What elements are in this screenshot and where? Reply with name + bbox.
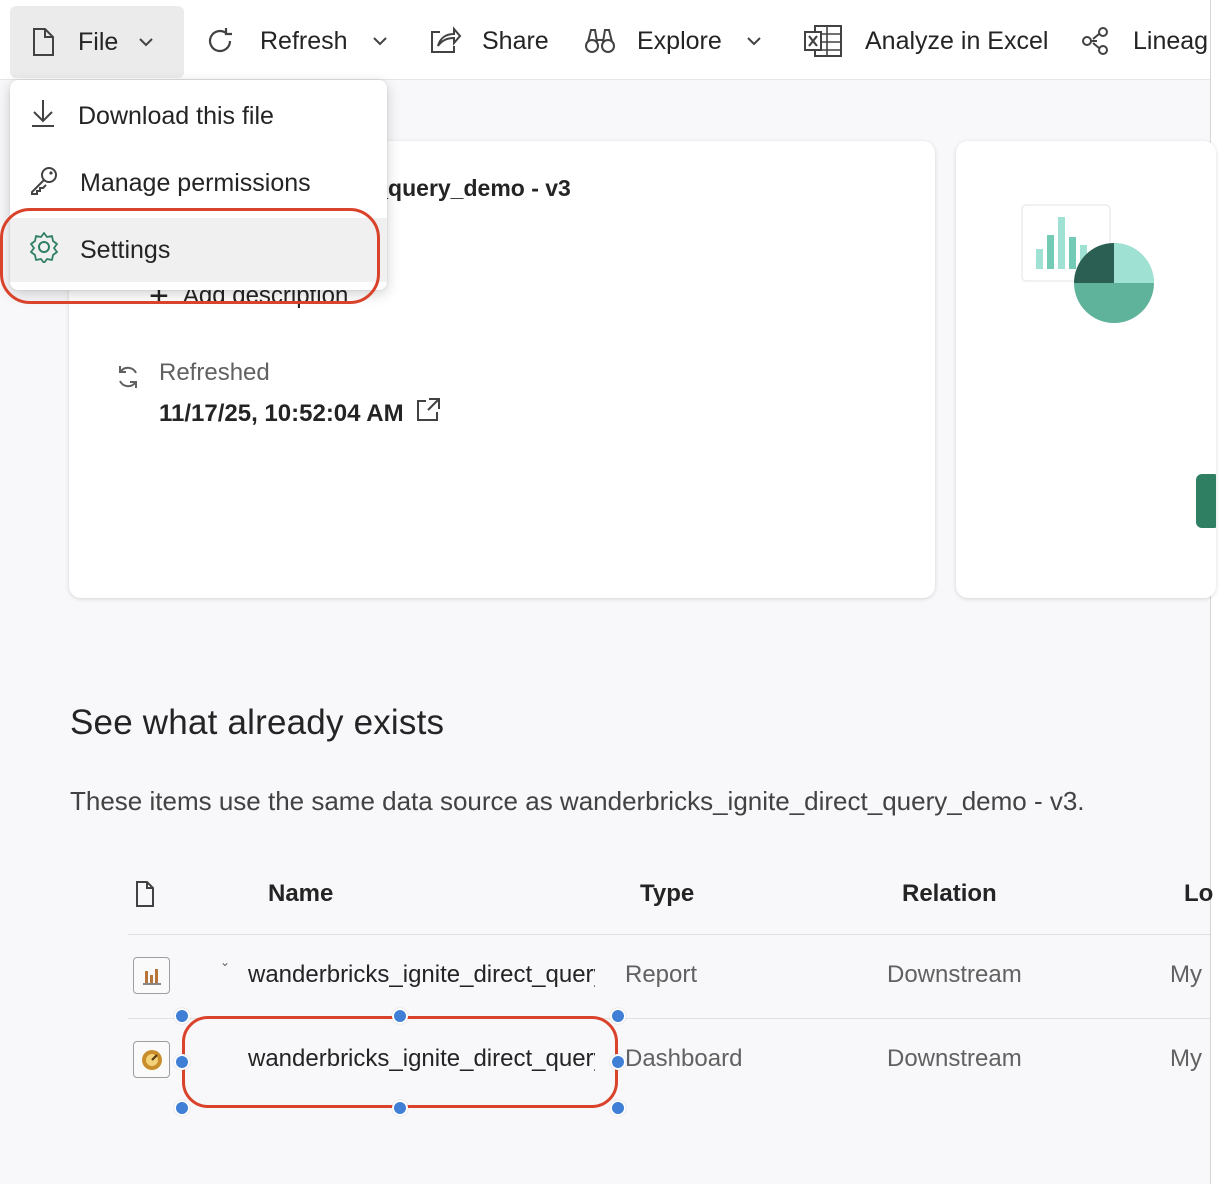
item-name[interactable]: wanderbricks_ignite_direct_query_demo - … xyxy=(248,961,595,989)
menu-item-settings[interactable]: Settings xyxy=(10,218,387,282)
column-header-name[interactable]: Name xyxy=(268,880,333,908)
open-external-icon[interactable] xyxy=(404,396,442,431)
refresh-icon xyxy=(204,25,236,57)
section-description: These items use the same data source as … xyxy=(70,786,1085,816)
resize-handle[interactable] xyxy=(392,1008,408,1024)
item-type: Report xyxy=(625,961,698,988)
refresh-status-icon xyxy=(115,363,141,396)
resize-handle[interactable] xyxy=(610,1100,626,1116)
explore-label: Explore xyxy=(637,26,722,55)
menu-item-label: Settings xyxy=(80,235,171,264)
item-type: Dashboard xyxy=(625,1045,743,1072)
key-icon xyxy=(28,164,60,203)
binoculars-icon xyxy=(583,26,617,56)
column-header-type[interactable]: Type xyxy=(640,880,694,908)
item-relation: Downstream xyxy=(887,1045,1022,1072)
menu-item-manage-permissions[interactable]: Manage permissions xyxy=(10,151,387,215)
resize-handle[interactable] xyxy=(610,1054,626,1070)
resize-handle[interactable] xyxy=(174,1100,190,1116)
side-action-button[interactable] xyxy=(1196,474,1216,528)
section-title: See what already exists xyxy=(70,703,445,742)
refreshed-label: Refreshed xyxy=(159,359,270,386)
refresh-button[interactable]: Refresh xyxy=(204,8,388,74)
lineage-button[interactable]: Lineag xyxy=(1081,8,1208,74)
dashboard-icon xyxy=(133,1041,170,1078)
chevron-down-icon xyxy=(138,37,154,47)
file-menu-button[interactable]: File xyxy=(10,6,184,78)
toolbar: File Refresh Share Explore Analyze in Ex… xyxy=(0,0,1210,80)
explore-button[interactable]: Explore xyxy=(583,8,762,74)
download-icon xyxy=(28,97,58,136)
column-header-location[interactable]: Lo xyxy=(1184,880,1213,908)
refreshed-time-value: 11/17/25, 10:52:04 AM xyxy=(159,399,404,427)
link-marker-icon: ⌄ xyxy=(220,955,231,969)
column-header-relation[interactable]: Relation xyxy=(902,880,997,908)
chevron-down-icon[interactable] xyxy=(746,36,762,46)
resize-handle[interactable] xyxy=(610,1008,626,1024)
refreshed-time: 11/17/25, 10:52:04 AM xyxy=(159,396,442,431)
gear-icon xyxy=(28,231,60,270)
item-location: My xyxy=(1170,961,1202,988)
table-row[interactable]: ⌄ wanderbricks_ignite_direct_query_demo … xyxy=(128,935,1210,1019)
resize-handle[interactable] xyxy=(174,1054,190,1070)
item-location: My xyxy=(1170,1045,1202,1072)
file-type-icon xyxy=(134,880,156,915)
share-icon xyxy=(428,26,462,56)
share-label: Share xyxy=(482,26,549,55)
item-relation: Downstream xyxy=(887,961,1022,988)
refresh-label: Refresh xyxy=(260,26,348,55)
analyze-label: Analyze in Excel xyxy=(865,26,1049,55)
chart-illustration xyxy=(1020,203,1160,333)
lineage-label: Lineag xyxy=(1133,26,1209,55)
file-label: File xyxy=(78,27,119,56)
related-items-table: Name Type Relation Lo ⌄ wanderbricks_ign… xyxy=(128,852,1213,1112)
resize-handle[interactable] xyxy=(174,1008,190,1024)
menu-item-label: Download this file xyxy=(78,101,274,130)
chevron-down-icon[interactable] xyxy=(372,36,388,46)
item-name[interactable]: wanderbricks_ignite_direct_query_demo - … xyxy=(248,1045,595,1073)
report-icon xyxy=(133,957,170,994)
lineage-icon xyxy=(1081,26,1115,56)
share-button[interactable]: Share xyxy=(428,8,549,74)
menu-item-download[interactable]: Download this file xyxy=(10,84,387,148)
menu-item-label: Manage permissions xyxy=(80,168,311,197)
side-card xyxy=(956,141,1216,598)
resize-handle[interactable] xyxy=(392,1100,408,1116)
table-row[interactable]: wanderbricks_ignite_direct_query_demo - … xyxy=(128,1019,1210,1103)
file-icon xyxy=(30,27,56,57)
file-dropdown-menu: Download this file Manage permissions Se… xyxy=(10,80,387,290)
excel-icon xyxy=(803,24,843,58)
analyze-in-excel-button[interactable]: Analyze in Excel xyxy=(803,8,1048,74)
